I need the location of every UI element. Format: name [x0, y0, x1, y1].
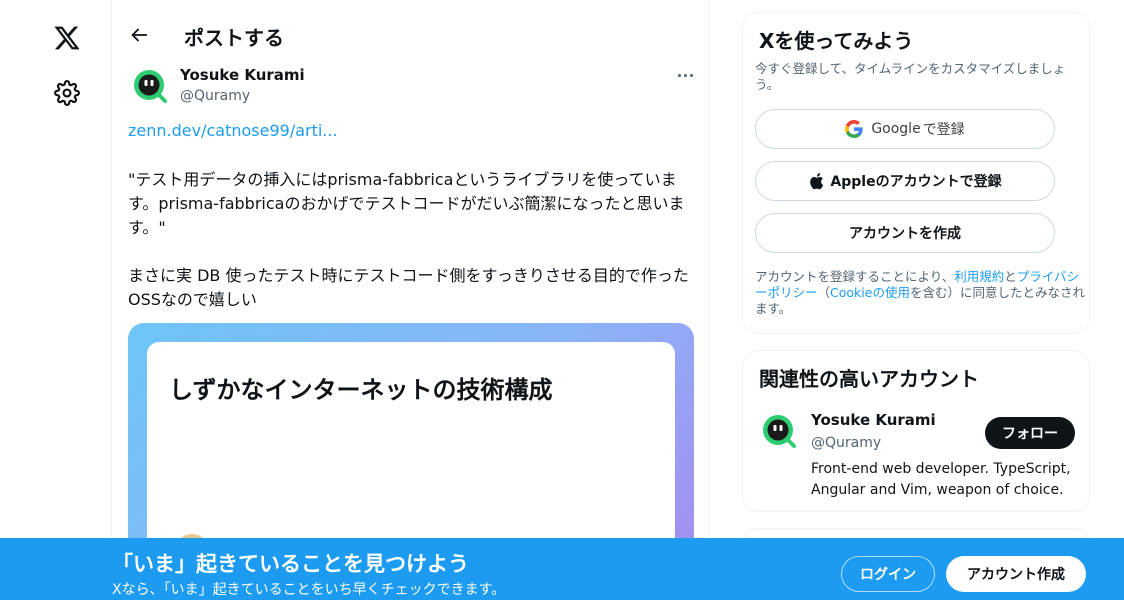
related-account-bio: Front-end web developer. TypeScript, Ang… — [811, 461, 1071, 498]
follow-button[interactable]: フォロー — [985, 417, 1075, 449]
related-title: 関連性の高いアカウント — [759, 367, 979, 391]
legal-and: と — [1004, 269, 1017, 284]
create-account-button[interactable]: アカウントを作成 — [755, 213, 1055, 253]
post-paragraph: まさに実 DB 使ったテスト時にテストコード側をすっきりさせる目的で作ったOSS… — [128, 266, 689, 309]
author-name[interactable]: Yosuke Kurami — [180, 66, 305, 84]
bottom-bar-subtitle: Xなら、「いま」起きていることをいち早くチェックできます。 — [112, 582, 506, 598]
right-sidebar: Xを使ってみよう 今すぐ登録して、タイムラインをカスタマイズしましょう。 Goo… — [742, 0, 1090, 600]
avatar[interactable] — [761, 413, 797, 449]
signup-button[interactable]: アカウント作成 — [946, 556, 1086, 592]
signup-subtitle: 今すぐ登録して、タイムラインをカスタマイズしましょう。 — [755, 61, 1066, 92]
arrow-left-icon[interactable] — [128, 24, 150, 46]
post-text: "テスト用データの挿入にはprisma-fabbricaというライブラリを使って… — [128, 168, 698, 336]
left-nav — [0, 0, 112, 600]
login-button[interactable]: ログイン — [841, 556, 935, 592]
signup-panel: Xを使ってみよう 今すぐ登録して、タイムラインをカスタマイズしましょう。 Goo… — [742, 12, 1090, 334]
google-signup-button[interactable]: Google で登録 — [755, 109, 1055, 149]
related-account-handle[interactable]: @Quramy — [811, 435, 881, 451]
apple-icon — [808, 172, 824, 190]
main-column: ポストする Yosuke Kurami @Quramy zenn.dev/cat… — [111, 0, 710, 600]
x-logo-icon[interactable] — [53, 24, 81, 52]
signup-title: Xを使ってみよう — [759, 29, 914, 53]
related-account-name[interactable]: Yosuke Kurami — [811, 411, 936, 429]
legal-open: （ — [817, 285, 831, 300]
google-signup-suffix: で登録 — [922, 122, 965, 138]
terms-link[interactable]: 利用規約 — [954, 269, 1004, 284]
bottom-bar-title: 「いま」起きていることを見つけよう — [112, 552, 469, 576]
apple-signup-button[interactable]: Appleのアカウントで登録 — [755, 161, 1055, 201]
post-link[interactable]: zenn.dev/catnose99/arti... — [128, 121, 338, 140]
google-signup-name: Google — [871, 121, 921, 137]
related-accounts-panel: 関連性の高いアカウント Yosuke Kurami @Quramy フォロー F… — [742, 350, 1090, 512]
gear-icon[interactable] — [54, 80, 80, 106]
post-paragraph: "テスト用データの挿入にはprisma-fabbricaというライブラリを使って… — [128, 170, 685, 237]
cookie-link[interactable]: Cookieの使用 — [830, 285, 910, 300]
google-icon — [845, 120, 863, 138]
author-handle[interactable]: @Quramy — [180, 88, 250, 104]
page-title: ポストする — [184, 26, 284, 50]
post-header: ポストする — [112, 0, 711, 72]
avatar[interactable] — [132, 68, 168, 104]
legal-notice: アカウントを登録することにより、利用規約とプライバシーポリシー（Cookieの使… — [755, 269, 1085, 317]
legal-prefix: アカウントを登録することにより、 — [755, 269, 955, 284]
bottom-signup-bar: 「いま」起きていることを見つけよう Xなら、「いま」起きていることをいち早くチェ… — [0, 538, 1124, 600]
create-account-label: アカウントを作成 — [849, 226, 961, 242]
apple-signup-label: Appleのアカウントで登録 — [830, 174, 1002, 190]
link-card-title: しずかなインターネットの技術構成 — [169, 376, 553, 404]
more-options-icon[interactable] — [667, 64, 703, 86]
